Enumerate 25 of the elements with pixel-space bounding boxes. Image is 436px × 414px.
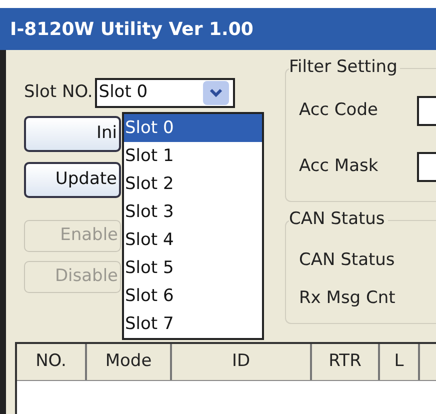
dropdown-option[interactable]: Slot 0 xyxy=(124,114,262,142)
group-title: Filter Setting xyxy=(289,56,400,78)
column-header[interactable]: RTR xyxy=(312,344,380,380)
field-label: Acc Code xyxy=(299,99,379,122)
field-label: CAN Status xyxy=(299,249,396,272)
dropdown-option[interactable]: Slot 6 xyxy=(124,282,262,310)
action-button[interactable]: Update xyxy=(24,162,121,198)
column-header[interactable]: NO. xyxy=(17,344,87,380)
column-header[interactable]: L xyxy=(380,344,420,380)
dropdown-option[interactable]: Slot 1 xyxy=(124,142,262,170)
dropdown-option[interactable]: Slot 5 xyxy=(124,254,262,282)
field-label: Rx Msg Cnt xyxy=(299,287,396,310)
dropdown-option[interactable]: Slot 7 xyxy=(124,310,262,338)
column-header[interactable]: ID xyxy=(172,344,312,380)
dropdown-option[interactable]: Slot 2 xyxy=(124,170,262,198)
action-button[interactable]: Ini xyxy=(24,116,121,152)
input-field[interactable] xyxy=(417,152,436,182)
window-title: I-8120W Utility Ver 1.00 xyxy=(10,18,254,42)
dropdown-option[interactable]: Slot 4 xyxy=(124,226,262,254)
slot-combobox[interactable]: Slot 0 xyxy=(94,78,235,108)
field-label: Acc Mask xyxy=(299,155,380,178)
slot-label: Slot NO. xyxy=(24,81,93,104)
dropdown-option[interactable]: Slot 3 xyxy=(124,198,262,226)
column-header[interactable]: Mode xyxy=(87,344,172,380)
input-field[interactable] xyxy=(417,96,436,126)
